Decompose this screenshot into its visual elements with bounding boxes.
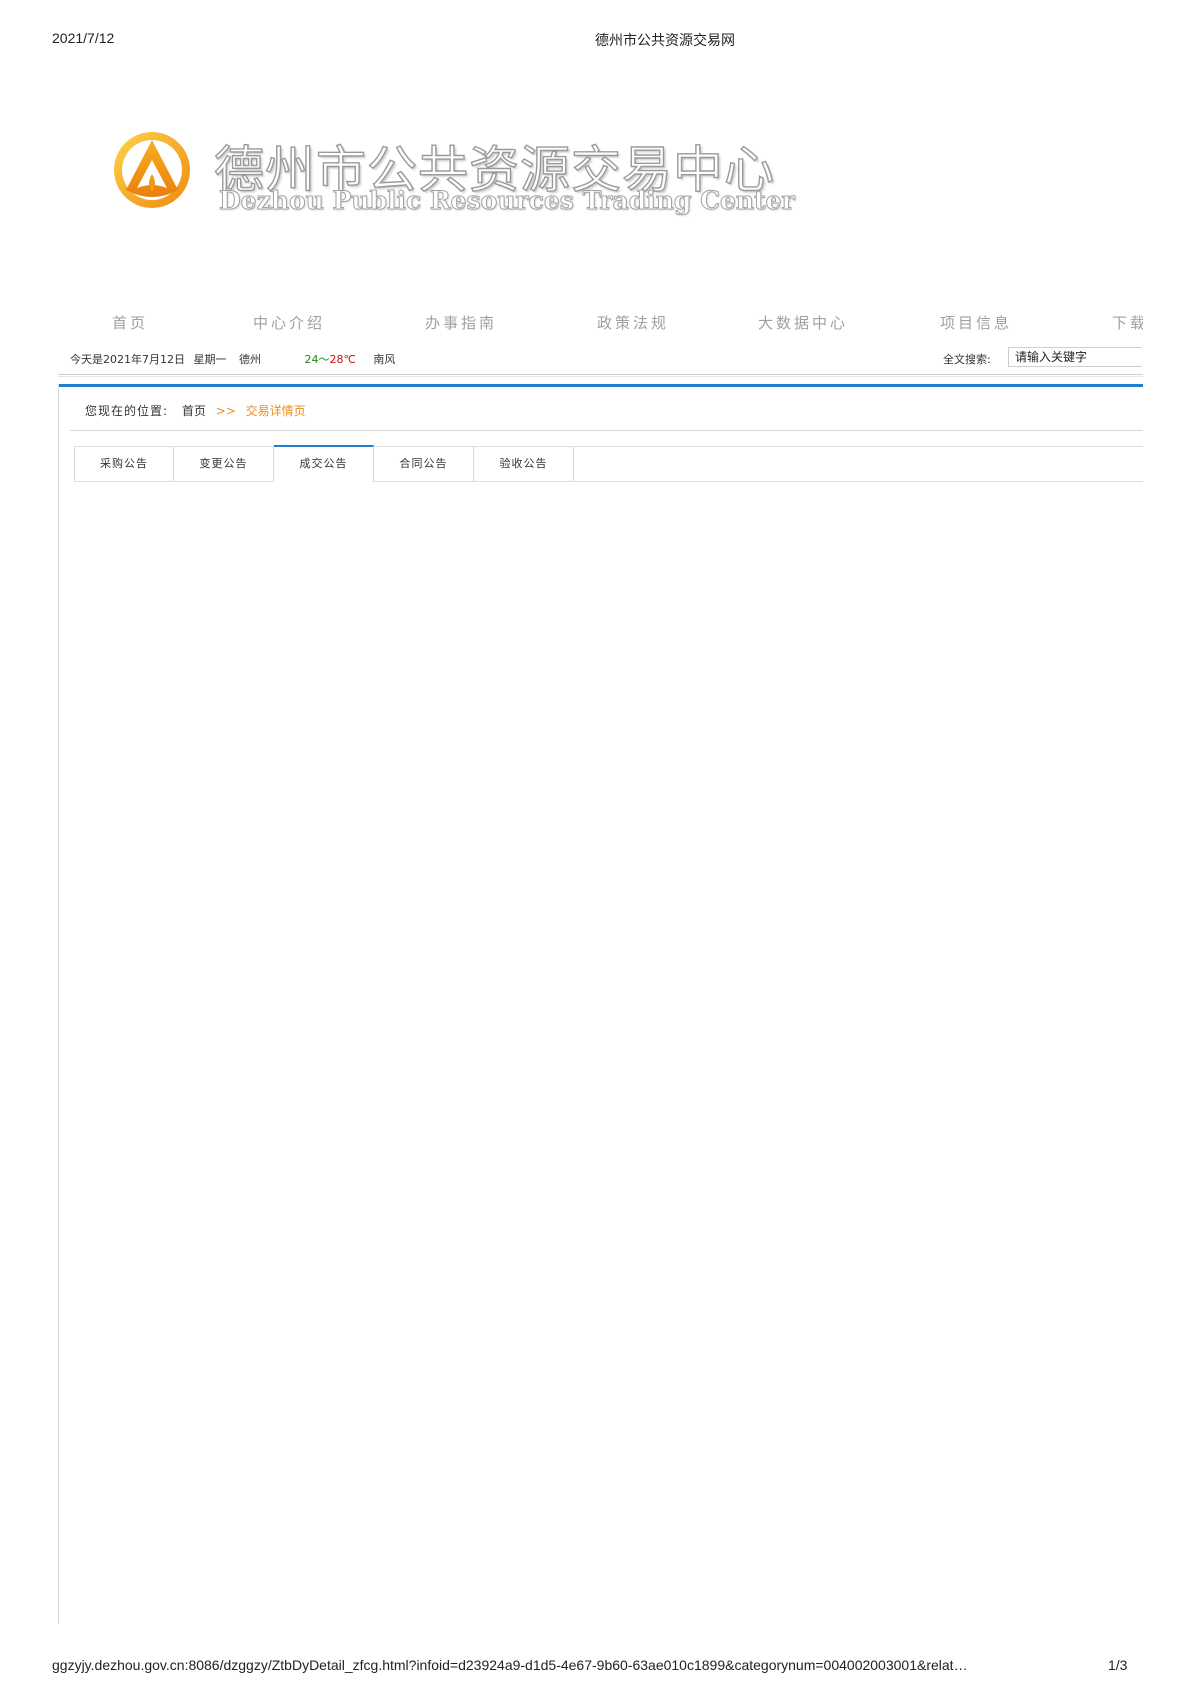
print-page-title: 德州市公共资源交易网	[595, 33, 735, 49]
temperature-separator: ～	[318, 353, 330, 366]
breadcrumb-label: 您现在的位置:	[85, 404, 169, 418]
divider	[58, 376, 1143, 377]
weather-city: 德州	[239, 353, 261, 366]
nav-item-download[interactable]: 下载	[1112, 312, 1143, 333]
today-label: 今天是	[70, 353, 103, 366]
print-page-number: 1/3	[1108, 1657, 1128, 1673]
search-label: 全文搜索:	[943, 353, 991, 366]
nav-item-bigdata[interactable]: 大数据中心	[758, 312, 848, 333]
wind-direction: 南风	[373, 353, 396, 366]
content-top-border	[58, 384, 1143, 387]
temperature-low: 24	[304, 353, 319, 366]
breadcrumb-current: 交易详情页	[245, 404, 306, 418]
tab-deal-notice[interactable]: 成交公告	[274, 445, 374, 482]
divider	[58, 374, 1143, 375]
print-url: ggzyjy.dezhou.gov.cn:8086/dzggzy/ZtbDyDe…	[52, 1657, 968, 1673]
tab-purchase-notice[interactable]: 采购公告	[74, 447, 174, 481]
nav-item-home[interactable]: 首页	[112, 312, 148, 333]
nav-item-guide[interactable]: 办事指南	[425, 312, 497, 333]
tab-contract-notice[interactable]: 合同公告	[374, 447, 474, 481]
tab-change-notice[interactable]: 变更公告	[174, 447, 274, 481]
logo-english-title: Dezhou Public Resources Trading Center	[219, 186, 796, 216]
today-date: 2021年7月12日	[103, 353, 185, 366]
nav-item-projects[interactable]: 项目信息	[940, 312, 1012, 333]
nav-item-about[interactable]: 中心介绍	[253, 312, 325, 333]
main-nav: 首页 中心介绍 办事指南 政策法规 大数据中心 项目信息 下载	[0, 312, 1143, 336]
breadcrumb: 您现在的位置: 首页 >> 交易详情页	[85, 402, 306, 419]
temperature-high: 28℃	[329, 353, 356, 366]
date-weather-bar: 今天是2021年7月12日 星期一 德州 24～28℃ 南风	[70, 351, 395, 367]
announcement-tabs: 采购公告 变更公告 成交公告 合同公告 验收公告	[74, 445, 1143, 482]
breadcrumb-home-link[interactable]: 首页	[182, 404, 206, 418]
search-input[interactable]	[1008, 347, 1142, 367]
logo-icon	[112, 130, 192, 210]
divider	[70, 430, 1143, 431]
tab-acceptance-notice[interactable]: 验收公告	[474, 447, 574, 481]
breadcrumb-separator: >>	[215, 404, 236, 418]
nav-item-policy[interactable]: 政策法规	[597, 312, 669, 333]
weekday: 星期一	[193, 353, 227, 366]
content-left-border	[58, 384, 59, 1624]
